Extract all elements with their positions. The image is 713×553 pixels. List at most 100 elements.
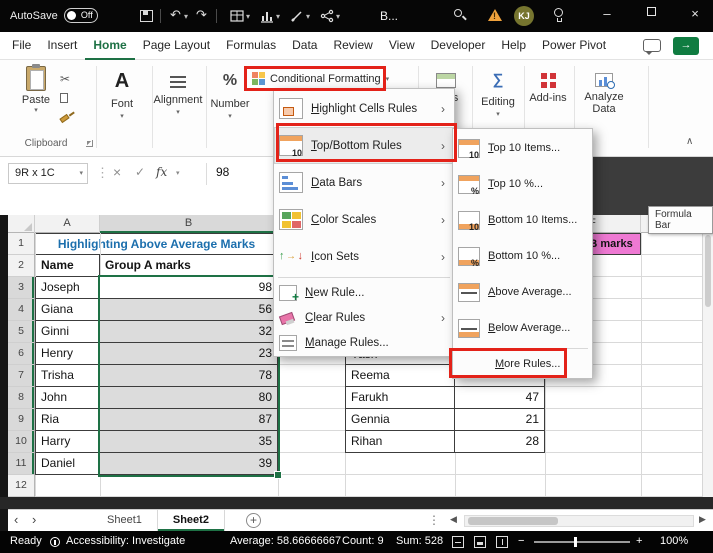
number-group-button[interactable]: % Number ▾ (207, 68, 253, 120)
addins-group-button[interactable]: Add-ins (524, 68, 572, 104)
menu-item-icon-sets[interactable]: →Icon Sets› (274, 238, 454, 275)
zoom-in-icon[interactable]: + (636, 535, 642, 547)
enter-icon[interactable]: ✓ (135, 165, 145, 179)
nodes-tool-button[interactable] (320, 9, 334, 23)
conditional-formatting-button[interactable]: Conditional Formatting ▾ (248, 68, 393, 89)
tab-data[interactable]: Data (284, 32, 325, 60)
pen-tool-button[interactable] (290, 9, 304, 23)
menu-item-top-bottom-rules[interactable]: Top/Bottom Rules› (274, 127, 454, 164)
cell-title-a1[interactable]: Highlighting Above Average Marks (35, 233, 278, 255)
submenu-item-top-10[interactable]: Top 10 %... (453, 166, 592, 202)
comments-icon[interactable] (643, 39, 661, 52)
collapse-ribbon-icon[interactable]: ∧ (686, 136, 693, 147)
tab-help[interactable]: Help (493, 32, 534, 60)
row-header-11[interactable]: 11 (8, 453, 34, 475)
menu-item-color-scales[interactable]: Color Scales› (274, 201, 454, 238)
menu-item-highlight-cells-rules[interactable]: Highlight Cells Rules› (274, 90, 454, 127)
cell-mark-john[interactable]: 80 (100, 387, 278, 409)
tab-view[interactable]: View (381, 32, 423, 60)
tab-formulas[interactable]: Formulas (218, 32, 284, 60)
alignment-group-button[interactable]: Alignment ▾ (153, 68, 203, 116)
cell-mark-harry[interactable]: 35 (100, 431, 278, 453)
font-group-button[interactable]: A Font ▾ (98, 68, 146, 120)
lightbulb-icon[interactable] (554, 8, 563, 17)
save-icon[interactable] (140, 10, 153, 22)
minimize-button[interactable]: – (592, 2, 622, 26)
tab-developer[interactable]: Developer (423, 32, 494, 60)
cell-mark-giana[interactable]: 56 (100, 299, 278, 321)
close-button[interactable]: × (680, 2, 710, 26)
paste-button[interactable]: Paste ▾ (14, 65, 58, 127)
menu-item-manage-rules[interactable]: Manage Rules... (274, 330, 454, 355)
cell-name-henry[interactable]: Henry (35, 343, 100, 365)
maximize-button[interactable] (636, 0, 666, 24)
warning-icon[interactable] (488, 9, 502, 21)
cell-name-daniel[interactable]: Daniel (35, 453, 100, 475)
normal-view-icon[interactable] (452, 536, 464, 548)
row-header-4[interactable]: 4 (8, 299, 34, 321)
cell-header-name[interactable]: Name (35, 255, 100, 277)
insert-function-icon[interactable]: fx (156, 165, 167, 179)
cell-name-rihan[interactable]: Rihan (345, 431, 455, 453)
sheet-nav-left-icon[interactable]: ‹ (14, 512, 18, 527)
undo-button[interactable]: ↶ (170, 7, 181, 23)
cell-name-ginni[interactable]: Ginni (35, 321, 100, 343)
row-header-6[interactable]: 6 (8, 343, 34, 365)
autosave-toggle[interactable]: Off (64, 8, 98, 23)
submenu-item-above-average[interactable]: Above Average... (453, 274, 592, 310)
drag-handle-icon[interactable]: ⋮ (96, 165, 109, 181)
avatar[interactable]: KJ (514, 6, 534, 26)
row-header-8[interactable]: 8 (8, 387, 34, 409)
vertical-scrollbar[interactable] (702, 233, 713, 497)
row-header-5[interactable]: 5 (8, 321, 34, 343)
format-painter-button[interactable] (60, 110, 69, 124)
tab-power-pivot[interactable]: Power Pivot (534, 32, 614, 60)
chart-tool-button[interactable] (260, 9, 274, 23)
search-icon[interactable] (454, 9, 462, 17)
vertical-scrollbar-thumb[interactable] (705, 235, 711, 307)
cell-name-ria[interactable]: Ria (35, 409, 100, 431)
row-header-10[interactable]: 10 (8, 431, 34, 453)
col-header-a[interactable]: A (35, 215, 100, 233)
cell-name-harry[interactable]: Harry (35, 431, 100, 453)
cell-name-john[interactable]: John (35, 387, 100, 409)
clipboard-dialog-launcher[interactable] (86, 140, 93, 147)
page-break-view-icon[interactable] (496, 536, 508, 548)
cell-name-gennia[interactable]: Gennia (345, 409, 455, 431)
cell-name-reema[interactable]: Reema (345, 365, 455, 387)
horizontal-scrollbar[interactable] (464, 515, 694, 527)
submenu-item-below-average[interactable]: Below Average... (453, 310, 592, 346)
editing-group-button[interactable]: ∑ Editing ▾ (474, 68, 522, 118)
cell-mark-farukh[interactable]: 47 (455, 387, 545, 409)
submenu-item-bottom-10-items[interactable]: Bottom 10 Items... (453, 202, 592, 238)
sheet-tab-sheet2[interactable]: Sheet2 (158, 510, 225, 531)
copy-button[interactable] (60, 92, 68, 106)
table-tool-button[interactable] (230, 9, 244, 23)
name-box[interactable]: 9R x 1C ▾ (8, 163, 88, 184)
tab-options-icon[interactable]: ⋮ (428, 513, 440, 527)
cell-mark-henry[interactable]: 23 (100, 343, 278, 365)
cell-header-group-a-marks[interactable]: Group A marks (100, 255, 278, 277)
menu-item-data-bars[interactable]: Data Bars› (274, 164, 454, 201)
cell-mark-daniel[interactable]: 39 (100, 453, 278, 475)
cancel-icon[interactable]: × (113, 164, 121, 180)
cut-button[interactable]: ✂ (60, 72, 70, 86)
page-layout-view-icon[interactable] (474, 536, 486, 548)
cell-name-trisha[interactable]: Trisha (35, 365, 100, 387)
cell-name-joseph[interactable]: Joseph (35, 277, 100, 299)
add-sheet-button[interactable]: + (246, 513, 261, 528)
submenu-item-top-10-items[interactable]: Top 10 Items... (453, 130, 592, 166)
zoom-out-icon[interactable]: − (518, 535, 524, 547)
cell-mark-ginni[interactable]: 32 (100, 321, 278, 343)
tab-insert[interactable]: Insert (39, 32, 85, 60)
cell-mark-trisha[interactable]: 78 (100, 365, 278, 387)
row-header-3[interactable]: 3 (8, 277, 34, 299)
tab-home[interactable]: Home (85, 32, 134, 60)
horizontal-scrollbar-thumb[interactable] (468, 517, 558, 525)
menu-item-clear-rules[interactable]: Clear Rules› (274, 305, 454, 330)
sheet-tab-sheet1[interactable]: Sheet1 (92, 510, 158, 531)
accessibility-status[interactable]: Accessibility: Investigate (66, 535, 185, 547)
row-header-7[interactable]: 7 (8, 365, 34, 387)
cell-mark-rihan[interactable]: 28 (455, 431, 545, 453)
col-header-b[interactable]: B (100, 215, 278, 233)
